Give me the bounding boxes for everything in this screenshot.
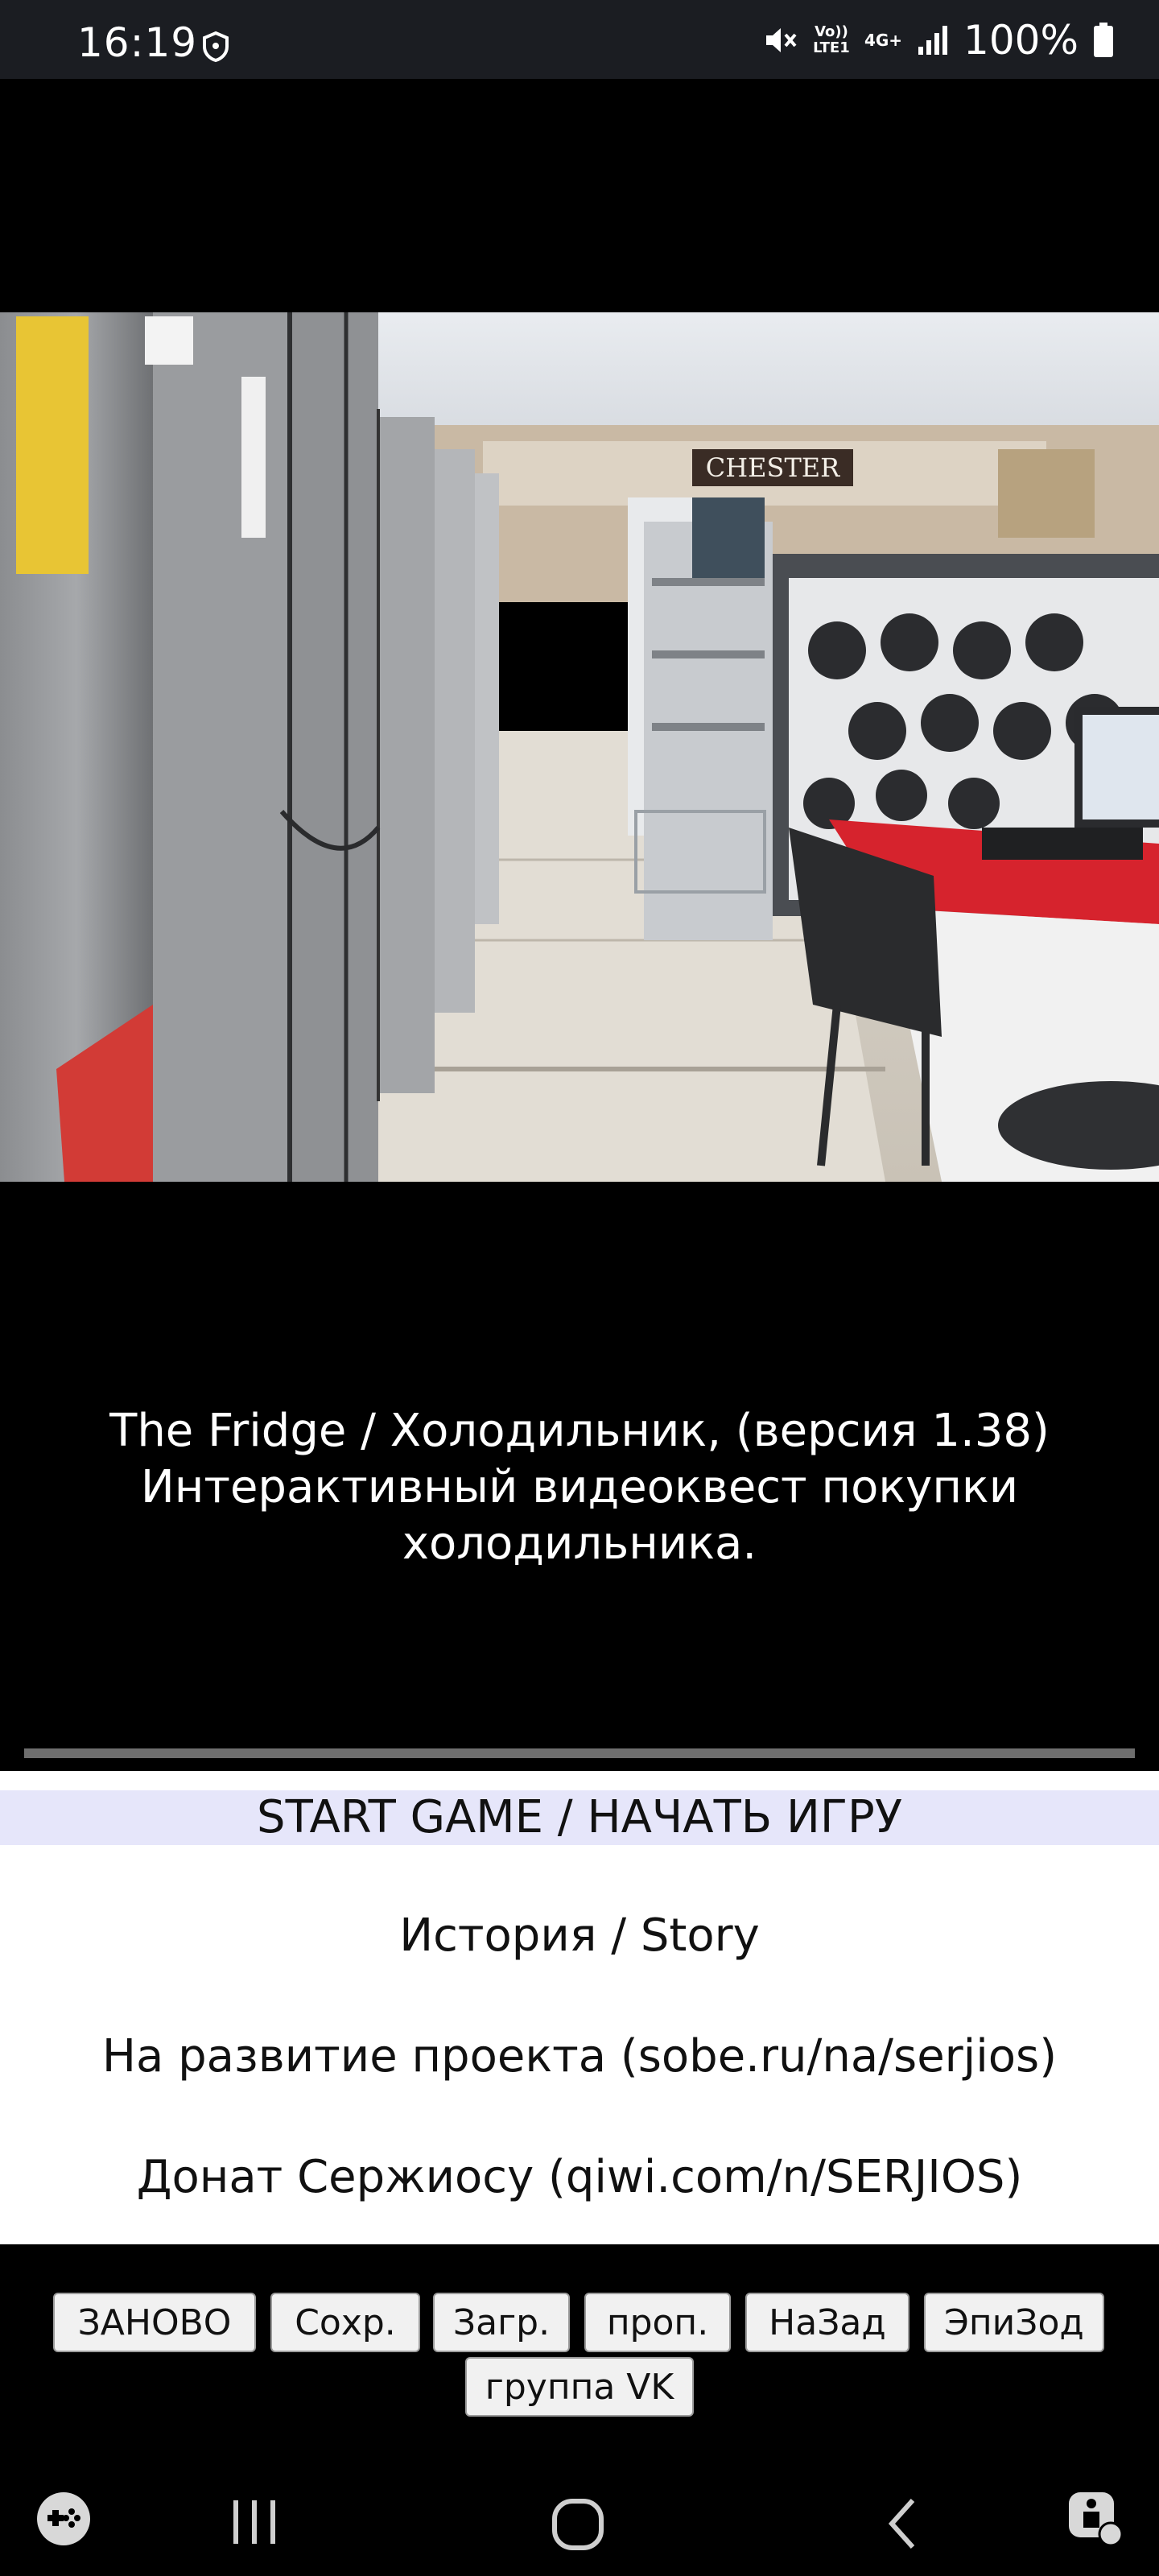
menu-support-project[interactable]: На развитие проекта (sobe.ru/na/serjios) (0, 2029, 1159, 2085)
signal-icon (918, 26, 948, 55)
caption-line: Интерактивный видеоквест покупки (140, 1461, 1019, 1513)
skip-button[interactable]: проп. (584, 2293, 731, 2352)
net-type-icon: 4G+ (864, 31, 903, 50)
shield-icon (203, 31, 229, 63)
restart-button[interactable]: ЗАНОВО (53, 2293, 256, 2352)
video-progress-bar[interactable] (24, 1748, 1135, 1758)
caption-line: The Fridge / Холодильник, (версия 1.38) (109, 1405, 1050, 1457)
menu-donate[interactable]: Донат Сержиосу (qiwi.com/n/SERJIOS) (0, 2149, 1159, 2206)
battery-percent: 100% (963, 17, 1079, 64)
caption-line: холодильника. (402, 1517, 757, 1570)
save-button[interactable]: Сохр. (270, 2293, 420, 2352)
store-sign: CHESTER (706, 452, 840, 483)
accessibility-icon[interactable] (1064, 2487, 1125, 2549)
video-caption: The Fridge / Холодильник, (версия 1.38) … (48, 1403, 1111, 1572)
back-icon[interactable] (882, 2496, 922, 2552)
episode-button[interactable]: ЭпиЗод (924, 2293, 1104, 2352)
battery-icon (1094, 23, 1113, 57)
menu-story[interactable]: История / Story (0, 1908, 1159, 1964)
game-tools-icon[interactable] (35, 2491, 92, 2547)
menu-start-game[interactable]: START GAME / НАЧАТЬ ИГРУ (0, 1790, 1159, 1845)
back-button[interactable]: НаЗад (745, 2293, 909, 2352)
home-icon[interactable] (551, 2497, 607, 2553)
mute-icon (765, 28, 797, 52)
video-player[interactable]: CHESTER The Fridge / Холодильник, (верси… (0, 79, 1159, 1758)
game-toolbar: ЗАНОВО Сохр. Загр. проп. НаЗад ЭпиЗод гр… (0, 2244, 1159, 2462)
status-bar: 16:19 Vo)) LTE1 4G+ 100% (0, 0, 1159, 79)
game-menu: START GAME / НАЧАТЬ ИГРУ История / Story… (0, 1771, 1159, 2244)
volte-icon: Vo)) LTE1 (813, 23, 850, 56)
system-nav-bar (0, 2462, 1159, 2576)
status-icons: Vo)) LTE1 4G+ 100% (763, 17, 1114, 64)
store-scene-image: CHESTER (0, 312, 1159, 1182)
status-time: 16:19 (77, 19, 198, 66)
load-button[interactable]: Загр. (433, 2293, 570, 2352)
recent-apps-icon[interactable] (229, 2497, 280, 2545)
vk-group-button[interactable]: группа VK (465, 2357, 694, 2417)
